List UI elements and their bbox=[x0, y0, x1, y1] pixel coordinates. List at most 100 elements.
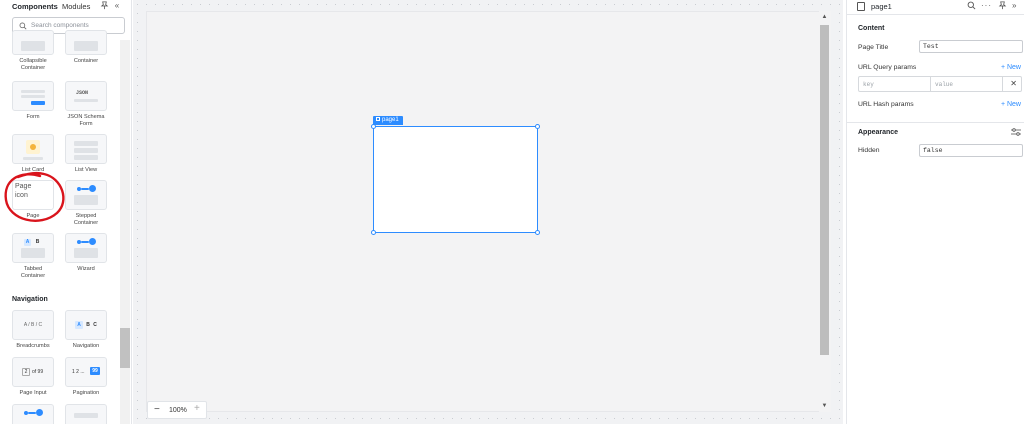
stepped-container-icon bbox=[65, 180, 107, 210]
page-tag-label: page1 bbox=[382, 117, 399, 123]
component-label: Breadcrumbs bbox=[16, 343, 50, 349]
pagination-left-text: 1 2 ... bbox=[72, 369, 85, 375]
component-steps[interactable] bbox=[11, 404, 55, 424]
page-input-icon: 2 of 99 bbox=[12, 357, 54, 387]
component-tabbed-container[interactable]: A B Tabbed Container bbox=[11, 233, 55, 279]
panel-title: page1 bbox=[871, 2, 892, 11]
pin-icon[interactable] bbox=[99, 1, 109, 11]
tab-components[interactable]: Components bbox=[12, 2, 58, 11]
component-stepper[interactable] bbox=[64, 404, 108, 424]
breadcrumbs-icon-text: A / B / C bbox=[23, 322, 43, 328]
collapse-panel-icon[interactable]: « bbox=[112, 1, 122, 11]
add-query-param-button[interactable]: + New bbox=[1001, 64, 1021, 71]
resize-handle-top-right[interactable] bbox=[535, 124, 540, 129]
query-param-row: key value ✕ bbox=[858, 76, 1022, 92]
search-icon bbox=[19, 22, 27, 30]
query-param-key-input[interactable]: key bbox=[859, 77, 931, 91]
zoom-control: − 100% + bbox=[147, 401, 207, 419]
component-label: Form bbox=[26, 114, 40, 120]
form-icon bbox=[12, 81, 54, 111]
remove-param-icon[interactable]: ✕ bbox=[1010, 79, 1017, 88]
list-card-icon bbox=[12, 134, 54, 164]
collapse-panel-icon[interactable]: » bbox=[1012, 1, 1016, 10]
component-wizard[interactable]: Wizard bbox=[64, 233, 108, 273]
page-input-number: 2 bbox=[22, 368, 30, 376]
search-icon[interactable] bbox=[967, 1, 976, 12]
style-settings-icon[interactable] bbox=[1011, 128, 1021, 139]
query-param-value-input[interactable]: value bbox=[931, 77, 1003, 91]
stepper-icon bbox=[65, 404, 107, 424]
component-label: Navigation bbox=[72, 343, 100, 349]
scroll-down-arrow-icon[interactable]: ▼ bbox=[820, 402, 829, 411]
component-json-schema-form[interactable]: JSON JSON Schema Form bbox=[64, 81, 108, 127]
component-form[interactable]: Form bbox=[11, 81, 55, 121]
page-title-label: Page Title bbox=[858, 44, 889, 51]
zoom-in-button[interactable]: + bbox=[194, 403, 200, 414]
navigation-icon: A B C bbox=[65, 310, 107, 340]
url-hash-params-label: URL Hash params bbox=[858, 101, 914, 108]
tabbed-container-icon: A B bbox=[12, 233, 54, 263]
nav-a-letter: A bbox=[75, 321, 83, 329]
component-label: Pagination bbox=[72, 390, 100, 396]
tab-a-letter: A bbox=[24, 239, 31, 246]
container-icon bbox=[65, 30, 107, 55]
component-stepped-container[interactable]: Stepped Container bbox=[64, 180, 108, 226]
canvas-scrollbar-thumb[interactable] bbox=[820, 25, 829, 355]
scroll-up-arrow-icon[interactable]: ▲ bbox=[820, 13, 829, 22]
page-icon bbox=[857, 2, 865, 11]
editor-canvas[interactable]: page1 ▲ ▼ − 100% + bbox=[133, 0, 843, 424]
json-schema-form-icon: JSON bbox=[65, 81, 107, 111]
page-tag-icon bbox=[376, 117, 380, 122]
page-selection-tag[interactable]: page1 bbox=[373, 116, 403, 125]
pin-icon[interactable] bbox=[998, 1, 1007, 12]
zoom-out-button[interactable]: − bbox=[154, 404, 160, 415]
list-view-icon bbox=[65, 134, 107, 164]
breadcrumbs-icon: A / B / C bbox=[12, 310, 54, 340]
component-label: Container bbox=[73, 58, 99, 64]
component-label: JSON Schema Form bbox=[67, 114, 105, 127]
component-collapsible-container[interactable]: Collapsible Container bbox=[11, 30, 55, 71]
nav-c-letter: C bbox=[93, 322, 97, 328]
steps-icon bbox=[12, 404, 54, 424]
page-title-input[interactable]: Test bbox=[919, 40, 1023, 53]
component-list-view[interactable]: List View bbox=[64, 134, 108, 174]
pagination-icon: 1 2 ... 99 bbox=[65, 357, 107, 387]
tab-modules[interactable]: Modules bbox=[62, 2, 90, 11]
resize-handle-top-left[interactable] bbox=[371, 124, 376, 129]
pagination-active-page: 99 bbox=[90, 367, 100, 375]
hidden-input[interactable]: false bbox=[919, 144, 1023, 157]
hidden-label: Hidden bbox=[858, 147, 880, 154]
component-pagination[interactable]: 1 2 ... 99 Pagination bbox=[64, 357, 108, 397]
panel-tabs: Components Modules « bbox=[0, 0, 131, 13]
zoom-level: 100% bbox=[169, 407, 187, 414]
json-icon-text: JSON bbox=[76, 90, 89, 96]
component-label: Stepped Container bbox=[73, 213, 99, 226]
divider bbox=[847, 122, 1024, 123]
nav-b-letter: B bbox=[86, 322, 90, 328]
add-hash-param-button[interactable]: + New bbox=[1001, 101, 1021, 108]
component-label: Tabbed Container bbox=[20, 266, 46, 279]
page-input-of-text: of 99 bbox=[32, 369, 44, 375]
left-scrollbar-thumb[interactable] bbox=[120, 328, 130, 368]
section-title-appearance: Appearance bbox=[858, 129, 899, 136]
section-title-navigation: Navigation bbox=[12, 296, 48, 303]
red-annotation-circle bbox=[4, 172, 65, 222]
component-label: Page Input bbox=[19, 390, 47, 396]
url-query-params-label: URL Query params bbox=[858, 64, 917, 71]
component-breadcrumbs[interactable]: A / B / C Breadcrumbs bbox=[11, 310, 55, 350]
wizard-icon bbox=[65, 233, 107, 263]
component-container[interactable]: Container bbox=[64, 30, 108, 65]
component-navigation[interactable]: A B C Navigation bbox=[64, 310, 108, 350]
component-label: Collapsible Container bbox=[19, 58, 47, 71]
components-panel: Components Modules « Collapsible Contain… bbox=[0, 0, 132, 424]
page1-frame[interactable] bbox=[373, 126, 538, 233]
component-label: Wizard bbox=[77, 266, 95, 272]
section-title-content: Content bbox=[858, 25, 885, 32]
more-options-icon[interactable]: ··· bbox=[981, 1, 992, 10]
divider bbox=[847, 14, 1024, 15]
resize-handle-bottom-left[interactable] bbox=[371, 230, 376, 235]
properties-panel: page1 ··· » Content Page Title Test URL … bbox=[846, 0, 1024, 424]
component-page-input[interactable]: 2 of 99 Page Input bbox=[11, 357, 55, 397]
collapsible-container-icon bbox=[12, 30, 54, 55]
resize-handle-bottom-right[interactable] bbox=[535, 230, 540, 235]
